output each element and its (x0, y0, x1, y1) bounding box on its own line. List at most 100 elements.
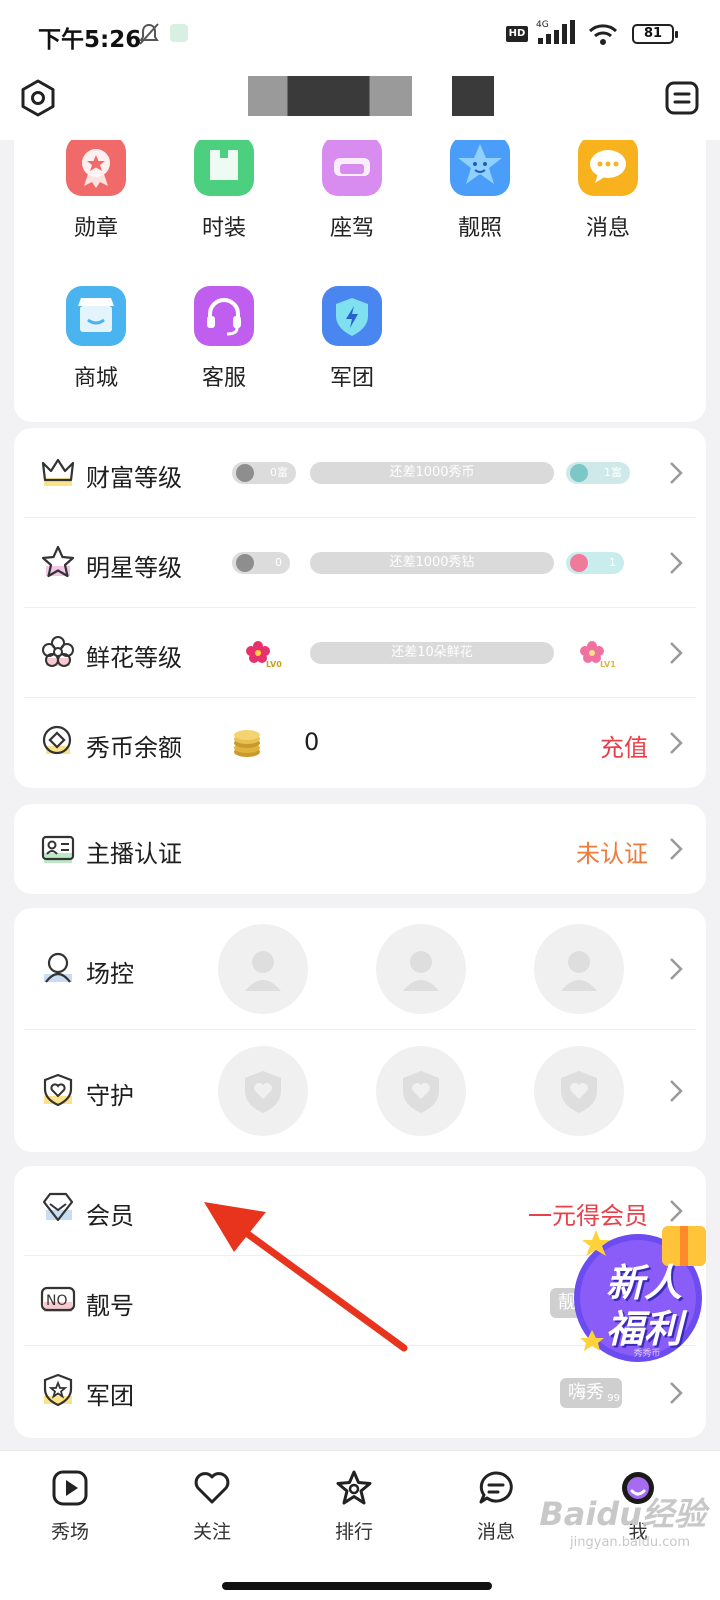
control-guard-card: 场控 守护 (14, 908, 706, 1152)
row-label: 靓号 (86, 1292, 134, 1320)
chevron-right-icon (670, 732, 683, 754)
coin-stack-icon (234, 730, 260, 757)
grid-item-fashion[interactable]: 时装 (174, 140, 274, 242)
grid-item-label: 勋章 (73, 216, 118, 241)
star-level-next-badge: 1 (566, 552, 624, 574)
row-label: 明星等级 (86, 554, 182, 582)
svg-text:LV0: LV0 (266, 660, 282, 668)
play-icon (52, 1470, 88, 1506)
row-label: 场控 (86, 960, 134, 988)
signal-icon: 4G (536, 20, 575, 44)
balance-value: 0 (304, 728, 320, 756)
shop-icon (66, 286, 126, 346)
car-icon (322, 140, 382, 196)
flower-lv0-icon: LV0 (246, 641, 282, 668)
photo-icon (450, 140, 510, 196)
promo-sub: 秀秀币 (633, 1349, 661, 1359)
id-card-icon (41, 835, 75, 863)
person-icon (44, 952, 72, 983)
nav-label: 消息 (476, 1521, 515, 1543)
menu-icon[interactable] (664, 80, 700, 116)
flower-level-row[interactable]: 鲜花等级 LV0 还差10朵鲜花 LV1 (14, 608, 706, 698)
chevron-right-icon (670, 642, 683, 664)
grid-item-legion[interactable]: 军团 (302, 286, 402, 392)
grid-item-label: 时装 (201, 216, 246, 241)
row-label: 财富等级 (86, 464, 182, 492)
flower-icon (42, 636, 74, 667)
grid-item-medal[interactable]: 勋章 (46, 140, 146, 242)
anchor-cert-card: 主播认证 未认证 (14, 804, 706, 894)
status-time: 下午5:26 (38, 27, 142, 53)
battery-icon: 81 (632, 24, 678, 44)
chevron-right-icon (670, 552, 683, 574)
flower-lv1-icon: LV1 (580, 641, 616, 668)
grid-item-label: 客服 (201, 366, 246, 391)
nav-show[interactable]: 秀场 (20, 1469, 120, 1544)
heart-icon (194, 1472, 230, 1504)
bottom-nav: 秀场 关注 排行 消息 我 Baidu经验 jingyan.baidu.com (0, 1450, 720, 1600)
chevron-right-icon (670, 1200, 683, 1222)
baidu-watermark: Baidu经验 (539, 1495, 706, 1533)
settings-hexagon-icon[interactable] (18, 78, 58, 118)
grid-item-label: 座驾 (329, 216, 374, 241)
grid-item-label: 靓照 (457, 216, 502, 241)
message-icon (578, 140, 638, 196)
legion-tag: 嗨秀 99 (560, 1378, 622, 1408)
star-level-row[interactable]: 明星等级 0 还差1000秀钻 1 (14, 518, 706, 608)
nav-label: 关注 (192, 1521, 231, 1543)
top-header (0, 66, 720, 140)
grid-item-shop[interactable]: 商城 (46, 286, 146, 392)
chevron-right-icon (670, 1080, 683, 1102)
guard-row[interactable]: 守护 (14, 1030, 706, 1152)
nav-follow[interactable]: 关注 (162, 1469, 262, 1544)
grid-item-support[interactable]: 客服 (174, 286, 274, 392)
nav-label: 排行 (334, 1521, 373, 1543)
status-bar: 下午5:26 HD 4G 81 (0, 0, 720, 66)
number-tag-icon: NO (40, 1286, 76, 1312)
anchor-cert-row[interactable]: 主播认证 未认证 (14, 804, 706, 894)
star-level-progress: 还差1000秀钻 (310, 552, 554, 574)
newcomer-promo-badge[interactable]: 新人 福利 秀秀币 (566, 1222, 716, 1368)
crown-icon (41, 458, 75, 486)
row-label: 秀币余额 (86, 734, 182, 762)
grid-item-photo[interactable]: 靓照 (430, 140, 530, 242)
app-notification-icon (170, 24, 188, 42)
wealth-level-row[interactable]: 财富等级 0富 还差1000秀币 1富 (14, 428, 706, 518)
chat-icon (479, 1471, 513, 1504)
row-label: 主播认证 (86, 840, 182, 868)
star-level-current-badge: 0 (232, 552, 290, 574)
row-label: 军团 (86, 1382, 134, 1410)
wifi-icon (588, 24, 618, 45)
recharge-link[interactable]: 充值 (600, 728, 648, 763)
shield-star-icon (43, 1373, 73, 1407)
guard-placeholder (376, 1046, 466, 1136)
star-icon (41, 545, 75, 578)
username-redacted (248, 76, 412, 116)
nav-label: 秀场 (50, 1521, 89, 1543)
hd-icon: HD (506, 26, 528, 42)
support-icon (194, 286, 254, 346)
levels-card: 财富等级 0富 还差1000秀币 1富 明星等级 0 还差1000秀钻 1 鲜花… (14, 428, 706, 788)
nav-messages[interactable]: 消息 (446, 1469, 546, 1544)
fashion-icon (194, 140, 254, 196)
balance-row[interactable]: 秀币余额 0 充值 (14, 698, 706, 788)
row-label: 守护 (86, 1082, 134, 1110)
wealth-level-next-badge: 1富 (566, 462, 630, 484)
id-redacted (452, 76, 494, 116)
home-indicator[interactable] (222, 1582, 492, 1590)
grid-item-label: 消息 (585, 216, 630, 241)
medal-icon (66, 140, 126, 196)
wealth-level-progress: 还差1000秀币 (310, 462, 554, 484)
vip-diamond-icon (42, 1192, 74, 1222)
nav-rank[interactable]: 排行 (304, 1469, 404, 1544)
grid-item-message[interactable]: 消息 (558, 140, 658, 242)
row-label: 会员 (86, 1202, 134, 1230)
avatar-placeholder (376, 924, 466, 1014)
chevron-right-icon (670, 1382, 683, 1404)
guard-placeholder (218, 1046, 308, 1136)
star-rank-icon (336, 1470, 372, 1505)
room-control-row[interactable]: 场控 (14, 908, 706, 1030)
guard-placeholder (534, 1046, 624, 1136)
avatar-placeholder (218, 924, 308, 1014)
grid-item-car[interactable]: 座驾 (302, 140, 402, 242)
